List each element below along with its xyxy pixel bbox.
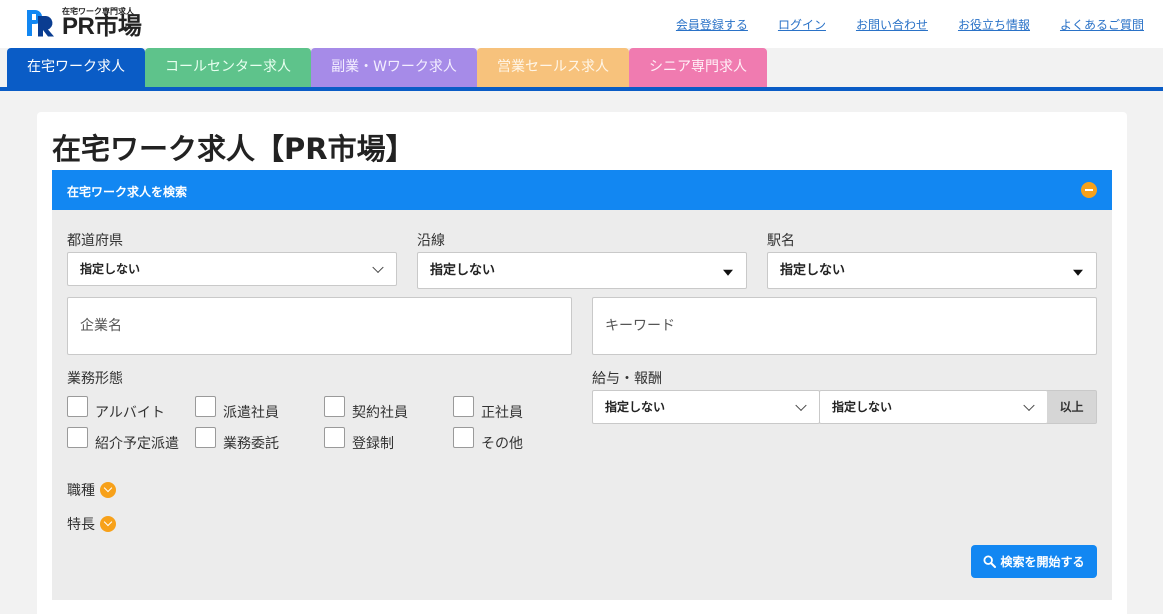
employment-checkbox[interactable]: 契約社員 [324,396,408,421]
main-card: 在宅ワーク求人【PR市場】 在宅ワーク求人を検索 都道府県 指定しない 沿線 指… [37,112,1127,614]
logo-wordmark: PR市場 [62,13,142,40]
employment-checkbox[interactable]: アルバイト [67,396,165,421]
employment-checkbox[interactable]: 正社員 [453,396,523,421]
tab-remote-work[interactable]: 在宅ワーク求人 [7,48,145,87]
chevron-down-icon [1023,399,1035,412]
tab-underline [0,87,1163,91]
nav-contact-link[interactable]: お問い合わせ [856,16,928,33]
expand-icon[interactable] [100,482,116,498]
salary-type-select[interactable]: 指定しない [592,390,820,424]
employment-checkbox[interactable]: 紹介予定派遣 [67,427,179,452]
employment-checkbox[interactable]: 登録制 [324,427,394,452]
checkbox[interactable] [67,396,88,417]
salary-label: 給与・報酬 [592,371,662,387]
prefecture-value: 指定しない [80,262,141,276]
chevron-down-icon [795,399,807,412]
station-select[interactable]: 指定しない [767,252,1097,289]
salary-unit-label: 以上 [1047,390,1097,424]
job-type-toggle[interactable]: 職種 [67,480,116,500]
top-nav: 会員登録する ログイン お問い合わせ お役立ち情報 よくあるご質問 [676,16,1144,33]
employment-checkbox[interactable]: 業務委託 [195,427,279,452]
caret-down-icon [723,269,733,276]
salary-amount-select[interactable]: 指定しない [819,390,1048,424]
site-logo[interactable]: 在宅ワーク専門求人 PR市場 [24,6,160,40]
line-select[interactable]: 指定しない [417,252,747,289]
checkbox[interactable] [324,396,345,417]
tab-sales[interactable]: 営業セールス求人 [477,48,629,87]
employment-checkbox[interactable]: その他 [453,427,523,452]
site-header: 在宅ワーク専門求人 PR市場 会員登録する ログイン お問い合わせ お役立ち情報… [0,0,1163,48]
checkbox[interactable] [195,427,216,448]
salary-amount-value: 指定しない [832,400,893,414]
tab-call-center[interactable]: コールセンター求人 [145,48,311,87]
nav-login-link[interactable]: ログイン [778,16,826,33]
tab-senior[interactable]: シニア専門求人 [629,48,767,87]
keyword-placeholder: キーワード [605,318,675,334]
chevron-down-icon [372,261,384,274]
line-label: 沿線 [417,233,445,249]
tab-side-job[interactable]: 副業・Wワーク求人 [311,48,477,87]
nav-info-link[interactable]: お役立ち情報 [958,16,1030,33]
nav-faq-link[interactable]: よくあるご質問 [1060,16,1144,33]
search-header-bar[interactable]: 在宅ワーク求人を検索 [52,170,1112,210]
employment-checkbox[interactable]: 派遣社員 [195,396,279,421]
job-type-label: 職種 [67,483,95,499]
company-name-placeholder: 企業名 [80,318,122,334]
collapse-icon[interactable] [1081,182,1097,198]
prefecture-select[interactable]: 指定しない [67,252,397,286]
checkbox[interactable] [67,427,88,448]
checkbox[interactable] [195,396,216,417]
search-submit-label: 検索を開始する [1000,555,1085,569]
expand-icon[interactable] [100,516,116,532]
salary-type-value: 指定しない [605,400,666,414]
caret-down-icon [1073,269,1083,276]
line-value: 指定しない [430,263,496,278]
nav-register-link[interactable]: 会員登録する [676,16,748,33]
features-label: 特長 [67,517,95,533]
checkbox[interactable] [324,427,345,448]
employment-label: 業務形態 [67,371,123,387]
page-title: 在宅ワーク求人【PR市場】 [52,132,415,166]
search-panel: 都道府県 指定しない 沿線 指定しない 駅名 指定しない 企業名 キーワード 業… [52,210,1112,600]
keyword-input[interactable]: キーワード [592,297,1097,355]
checkbox[interactable] [453,396,474,417]
logo-mark-icon [27,10,54,37]
station-value: 指定しない [780,263,846,278]
search-header-title: 在宅ワーク求人を検索 [67,185,188,199]
search-submit-button[interactable]: 検索を開始する [971,545,1097,578]
category-tabs: 在宅ワーク求人 コールセンター求人 副業・Wワーク求人 営業セールス求人 シニア… [7,48,767,87]
features-toggle[interactable]: 特長 [67,514,116,534]
company-name-input[interactable]: 企業名 [67,297,572,355]
prefecture-label: 都道府県 [67,233,123,249]
checkbox[interactable] [453,427,474,448]
search-icon [983,555,997,568]
station-label: 駅名 [767,233,795,249]
